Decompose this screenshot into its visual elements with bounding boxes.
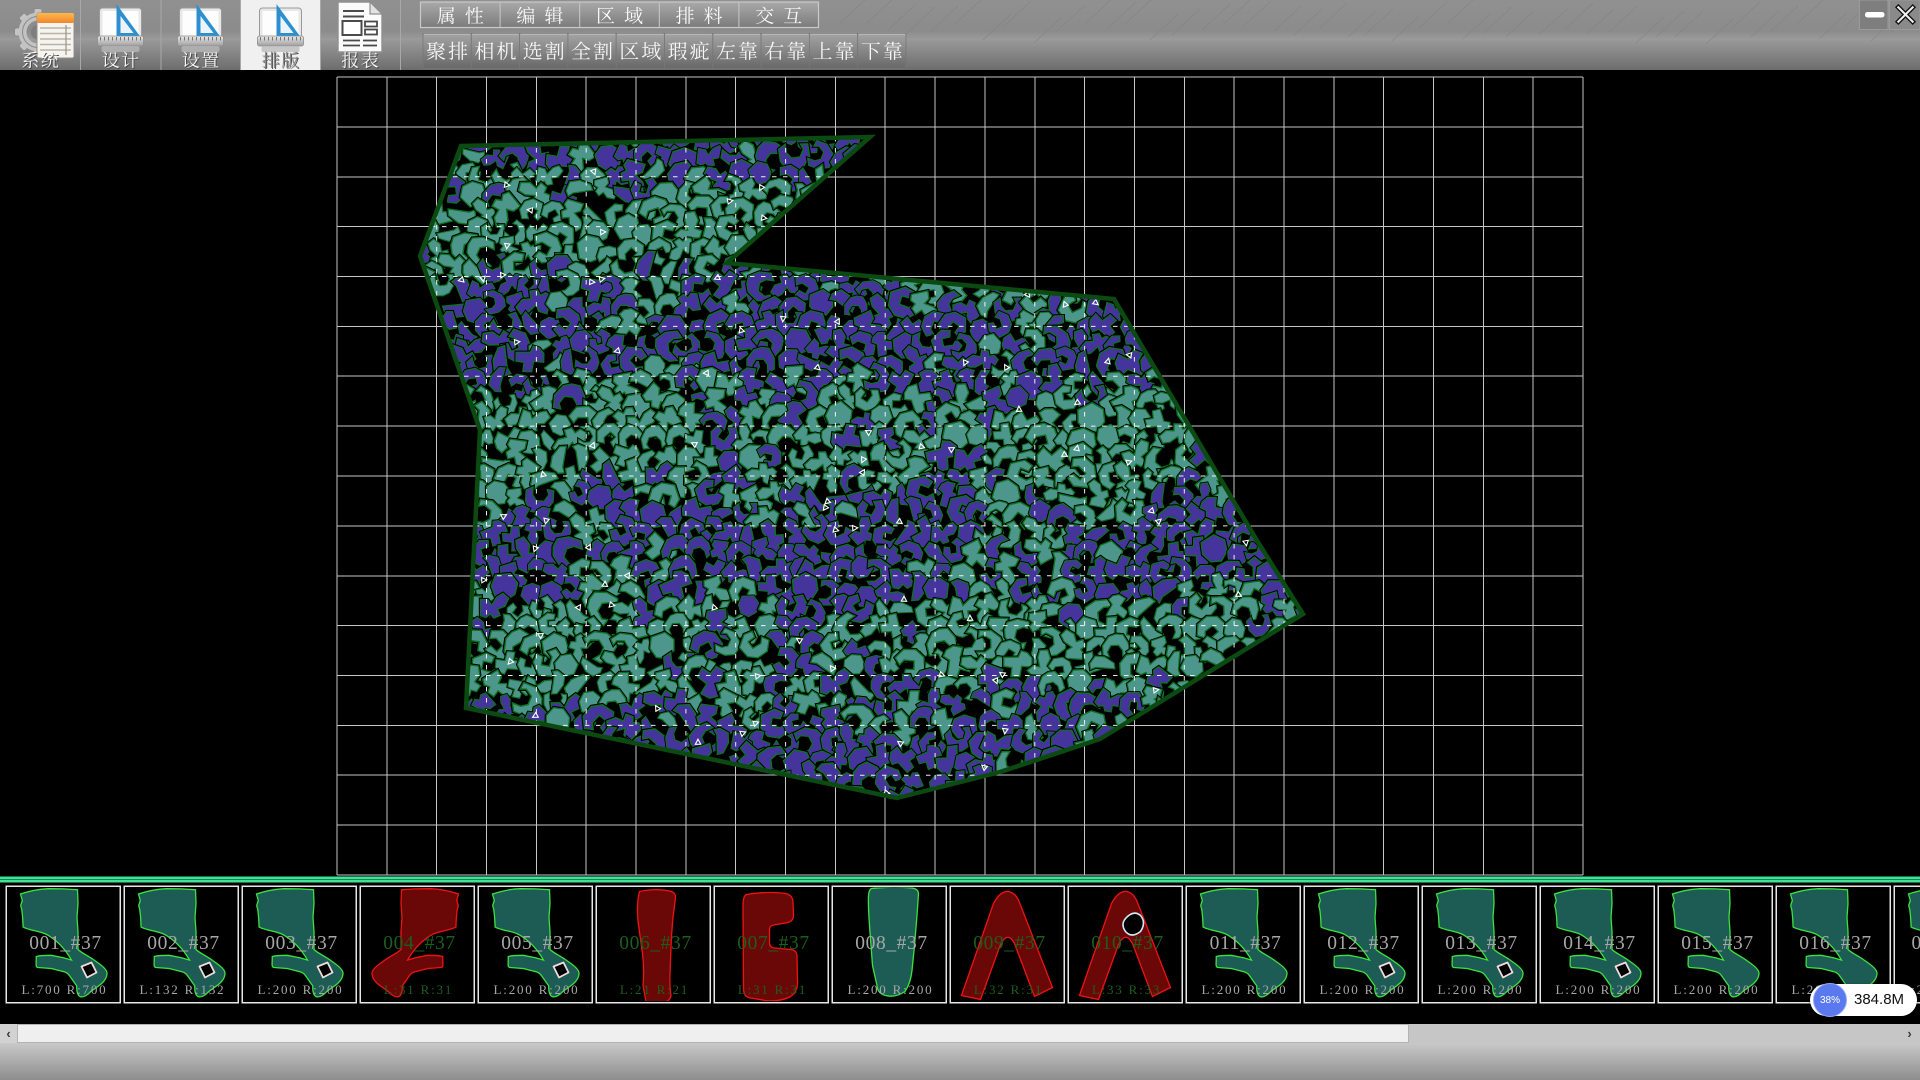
svg-text:015_#37: 015_#37 xyxy=(1681,933,1753,954)
svg-text:L:200 R:200: L:200 R:200 xyxy=(1320,982,1406,997)
svg-text:L:700 R:700: L:700 R:700 xyxy=(22,982,108,997)
svg-text:L:200 R:200: L:200 R:200 xyxy=(1438,982,1524,997)
svg-text:L:200 R:200: L:200 R:200 xyxy=(1674,982,1760,997)
svg-text:L:200 R:200: L:200 R:200 xyxy=(258,982,344,997)
svg-text:011_#37: 011_#37 xyxy=(1210,933,1282,954)
svg-text:0: 0 xyxy=(1912,933,1920,954)
svg-text:L:31 R:31: L:31 R:31 xyxy=(738,982,807,997)
svg-text:L:200 R:200: L:200 R:200 xyxy=(1202,982,1288,997)
svg-text:012_#37: 012_#37 xyxy=(1327,933,1399,954)
svg-text:013_#37: 013_#37 xyxy=(1445,933,1517,954)
svg-text:004_#37: 004_#37 xyxy=(383,933,455,954)
svg-text:005_#37: 005_#37 xyxy=(501,933,573,954)
svg-text:002_#37: 002_#37 xyxy=(147,933,219,954)
svg-text:007_#37: 007_#37 xyxy=(737,933,809,954)
svg-text:L:200 R:200: L:200 R:200 xyxy=(494,982,580,997)
svg-text:001_#37: 001_#37 xyxy=(29,933,101,954)
svg-text:L:33 R:33: L:33 R:33 xyxy=(1092,982,1161,997)
svg-text:014_#37: 014_#37 xyxy=(1563,933,1635,954)
svg-text:L:21 R:21: L:21 R:21 xyxy=(620,982,689,997)
svg-text:L:132 R:132: L:132 R:132 xyxy=(140,982,226,997)
svg-text:L:32 R:31: L:32 R:31 xyxy=(974,982,1043,997)
svg-text:L:200 R:200: L:200 R:200 xyxy=(848,982,934,997)
svg-text:L:200 R:200: L:200 R:200 xyxy=(1556,982,1642,997)
svg-text:003_#37: 003_#37 xyxy=(265,933,337,954)
svg-text:L:31 R:31: L:31 R:31 xyxy=(384,982,453,997)
svg-text:009_#37: 009_#37 xyxy=(973,933,1045,954)
svg-text:010_#37: 010_#37 xyxy=(1091,933,1163,954)
svg-text:006_#37: 006_#37 xyxy=(619,933,691,954)
svg-text:008_#37: 008_#37 xyxy=(855,933,927,954)
svg-text:016_#37: 016_#37 xyxy=(1799,933,1871,954)
